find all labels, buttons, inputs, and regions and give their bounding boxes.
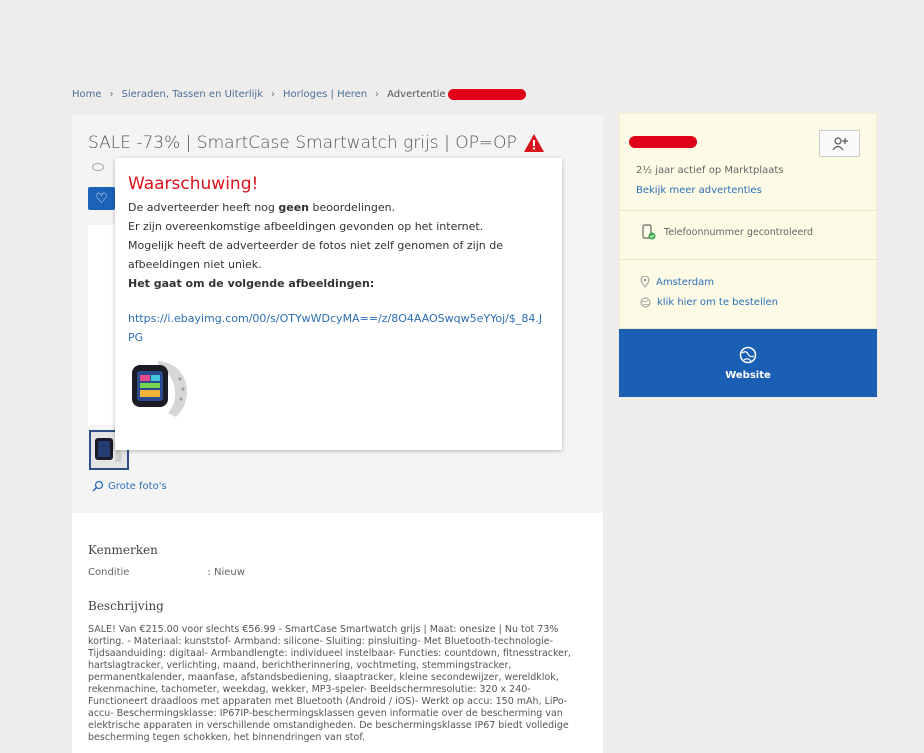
specs-heading: Kenmerken <box>88 543 158 557</box>
favorite-button[interactable]: ♡ <box>88 187 115 210</box>
seller-name-redaction <box>629 136 697 148</box>
large-photos-link[interactable]: Grote foto's <box>92 480 167 492</box>
description-text: SALE! Van €215.00 voor slechts €56.99 - … <box>88 624 571 743</box>
order-label: klik hier om te bestellen <box>657 297 778 308</box>
location-label: Amsterdam <box>656 276 715 288</box>
breadcrumb: Home › Sieraden, Tassen en Uiterlijk › H… <box>72 89 526 100</box>
large-photos-label: Grote foto's <box>108 480 167 492</box>
warning-line1-pre: De adverteerder heeft nog <box>128 201 279 214</box>
divider <box>620 210 878 211</box>
spec-row-condition: Conditie : Nieuw <box>88 567 245 578</box>
warning-line1-bold: geen <box>278 201 310 214</box>
breadcrumb-separator: › <box>375 89 380 100</box>
breadcrumb-home[interactable]: Home <box>72 89 102 100</box>
breadcrumb-current: Advertentie <box>387 89 446 100</box>
magnifier-icon <box>92 480 104 492</box>
condition-label: Conditie <box>88 567 130 578</box>
phone-verified: Telefoonnummer gecontroleerd <box>642 224 813 240</box>
description-heading: Beschrijving <box>88 599 164 613</box>
breadcrumb-category[interactable]: Sieraden, Tassen en Uiterlijk <box>122 89 263 100</box>
website-button[interactable]: Website <box>619 329 877 397</box>
phone-check-icon <box>642 224 656 240</box>
globe-icon <box>739 346 757 363</box>
specs-section: Kenmerken Conditie : Nieuw Beschrijving … <box>72 513 603 753</box>
warning-triangle-icon[interactable] <box>523 133 545 153</box>
smartwatch-image[interactable] <box>128 353 193 423</box>
seller-panel: 2½ jaar actief op Marktplaats Bekijk mee… <box>619 113 878 329</box>
warning-reviews-line: De adverteerder heeft nog geen beoordeli… <box>128 198 549 217</box>
location-pin-icon <box>640 276 650 288</box>
warning-line4: Het gaat om de volgende afbeeldingen: <box>128 277 375 290</box>
condition-value: : Nieuw <box>207 567 245 578</box>
listing-title: SALE -73% | SmartCase Smartwatch grijs |… <box>88 133 545 153</box>
warning-line3: Mogelijk heeft de adverteerder de fotos … <box>128 239 504 271</box>
globe-icon <box>640 297 651 308</box>
website-label: Website <box>725 369 771 381</box>
listing-title-text: SALE -73% | SmartCase Smartwatch grijs |… <box>88 133 517 153</box>
matched-image-link[interactable]: https://i.ebayimg.com/00/s/OTYwWDcyMA==/… <box>128 309 548 347</box>
warning-line1-post: beoordelingen. <box>309 201 396 214</box>
photo-gallery[interactable] <box>88 225 118 425</box>
more-ads-link[interactable]: Bekijk meer advertenties <box>636 185 762 196</box>
divider <box>620 259 878 260</box>
eye-icon <box>92 163 104 171</box>
heart-icon: ♡ <box>95 190 108 207</box>
add-user-icon <box>832 136 848 150</box>
warning-heading: Waarschuwing! <box>128 174 259 194</box>
order-link[interactable]: klik hier om te bestellen <box>640 297 778 308</box>
breadcrumb-subcategory[interactable]: Horloges | Heren <box>283 89 367 100</box>
follow-seller-button[interactable] <box>819 130 860 157</box>
seller-active-duration: 2½ jaar actief op Marktplaats <box>636 165 784 176</box>
seller-location[interactable]: Amsterdam <box>640 276 714 288</box>
warning-popup: Waarschuwing! De adverteerder heeft nog … <box>115 158 562 450</box>
warning-line2: Er zijn overeenkomstige afbeeldingen gev… <box>128 220 484 233</box>
redaction-mark <box>447 89 526 100</box>
phone-verified-label: Telefoonnummer gecontroleerd <box>664 226 814 238</box>
breadcrumb-separator: › <box>109 89 114 100</box>
breadcrumb-separator: › <box>271 89 275 100</box>
